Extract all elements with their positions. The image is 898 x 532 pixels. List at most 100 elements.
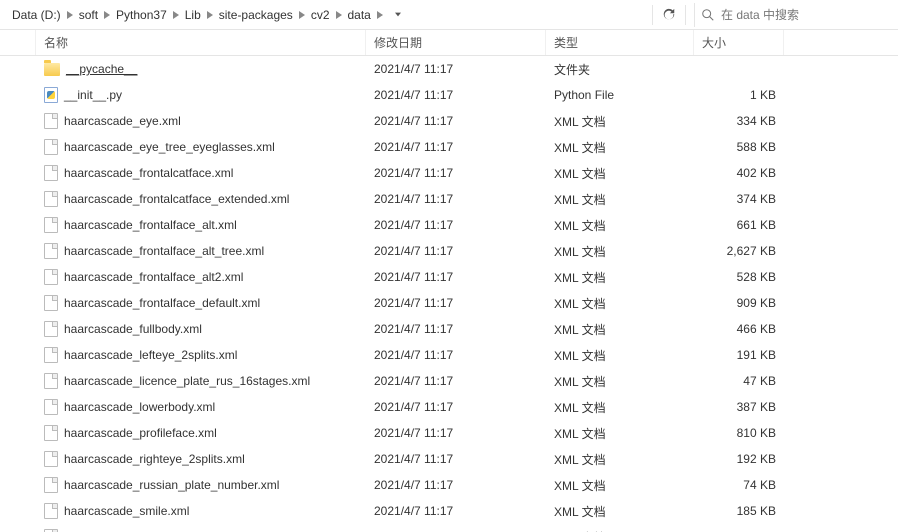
header-size[interactable]: 大小 <box>694 30 784 55</box>
cell-name: haarcascade_righteye_2splits.xml <box>36 451 366 467</box>
table-row[interactable]: haarcascade_licence_plate_rus_16stages.x… <box>0 368 898 394</box>
file-name: haarcascade_frontalcatface.xml <box>64 166 233 180</box>
table-row[interactable]: haarcascade_righteye_2splits.xml2021/4/7… <box>0 446 898 472</box>
cell-type: XML 文档 <box>546 139 694 156</box>
file-name: haarcascade_lefteye_2splits.xml <box>64 348 237 362</box>
cell-type: XML 文档 <box>546 243 694 260</box>
breadcrumb-item[interactable]: site-packages <box>215 3 297 27</box>
table-row[interactable]: haarcascade_upperbody.xml2021/4/7 11:17X… <box>0 524 898 532</box>
chevron-right-icon[interactable] <box>171 3 181 27</box>
header-type[interactable]: 类型 <box>546 30 694 55</box>
table-row[interactable]: __pycache__2021/4/7 11:17文件夹 <box>0 56 898 82</box>
cell-type: XML 文档 <box>546 113 694 130</box>
table-row[interactable]: haarcascade_lefteye_2splits.xml2021/4/7 … <box>0 342 898 368</box>
cell-date: 2021/4/7 11:17 <box>366 452 546 466</box>
file-icon <box>44 347 58 363</box>
cell-type: XML 文档 <box>546 269 694 286</box>
cell-name: haarcascade_frontalcatface_extended.xml <box>36 191 366 207</box>
cell-date: 2021/4/7 11:17 <box>366 88 546 102</box>
cell-type: XML 文档 <box>546 217 694 234</box>
cell-date: 2021/4/7 11:17 <box>366 218 546 232</box>
file-icon <box>44 373 58 389</box>
cell-size: 192 KB <box>694 452 784 466</box>
file-icon <box>44 295 58 311</box>
breadcrumb-item[interactable]: data <box>344 3 375 27</box>
search-input[interactable]: 在 data 中搜索 <box>694 3 894 27</box>
file-name: haarcascade_eye.xml <box>64 114 181 128</box>
header-date[interactable]: 修改日期 <box>366 30 546 55</box>
cell-name: haarcascade_frontalcatface.xml <box>36 165 366 181</box>
chevron-right-icon[interactable] <box>297 3 307 27</box>
cell-name: haarcascade_frontalface_alt2.xml <box>36 269 366 285</box>
file-name: haarcascade_frontalface_alt_tree.xml <box>64 244 264 258</box>
folder-icon <box>44 63 60 76</box>
cell-type: XML 文档 <box>546 425 694 442</box>
breadcrumb-item[interactable]: cv2 <box>307 3 334 27</box>
cell-date: 2021/4/7 11:17 <box>366 244 546 258</box>
file-name: haarcascade_eye_tree_eyeglasses.xml <box>64 140 275 154</box>
chevron-right-icon[interactable] <box>205 3 215 27</box>
file-name: haarcascade_fullbody.xml <box>64 322 202 336</box>
table-row[interactable]: haarcascade_fullbody.xml2021/4/7 11:17XM… <box>0 316 898 342</box>
table-row[interactable]: haarcascade_lowerbody.xml2021/4/7 11:17X… <box>0 394 898 420</box>
chevron-right-icon[interactable] <box>334 3 344 27</box>
table-row[interactable]: haarcascade_frontalface_alt2.xml 2021/4/7… <box>0 264 898 290</box>
file-name: haarcascade_frontalface_default.xml <box>64 296 260 310</box>
file-icon <box>44 217 58 233</box>
table-row[interactable]: haarcascade_russian_plate_number.xml2021… <box>0 472 898 498</box>
cell-size: 909 KB <box>694 296 784 310</box>
table-row[interactable]: haarcascade_frontalface_default.xml 2021/… <box>0 290 898 316</box>
cell-date: 2021/4/7 11:17 <box>366 166 546 180</box>
cell-type: XML 文档 <box>546 529 694 532</box>
cell-date: 2021/4/7 11:17 <box>366 140 546 154</box>
cell-size: 661 KB <box>694 218 784 232</box>
cell-size: 74 KB <box>694 478 784 492</box>
file-icon <box>44 477 58 493</box>
breadcrumb-item[interactable]: Lib <box>181 3 205 27</box>
column-headers: 名称 修改日期 类型 大小 <box>0 30 898 56</box>
table-row[interactable]: haarcascade_frontalface_alt_tree.xml 2021… <box>0 238 898 264</box>
cell-date: 2021/4/7 11:17 <box>366 478 546 492</box>
cell-size: 47 KB <box>694 374 784 388</box>
table-row[interactable]: haarcascade_frontalcatface_extended.xml2… <box>0 186 898 212</box>
cell-type: XML 文档 <box>546 477 694 494</box>
cell-date: 2021/4/7 11:17 <box>366 296 546 310</box>
breadcrumb-item[interactable]: soft <box>75 3 102 27</box>
chevron-right-icon[interactable] <box>65 3 75 27</box>
file-icon <box>44 321 58 337</box>
cell-type: XML 文档 <box>546 451 694 468</box>
breadcrumb-dropdown-button[interactable] <box>389 12 401 17</box>
file-name: haarcascade_frontalface_alt2.xml <box>64 270 243 284</box>
cell-name: haarcascade_eye.xml <box>36 113 366 129</box>
search-placeholder: 在 data 中搜索 <box>721 6 799 23</box>
cell-date: 2021/4/7 11:17 <box>366 192 546 206</box>
cell-type: XML 文档 <box>546 399 694 416</box>
file-icon <box>44 165 58 181</box>
breadcrumb-item[interactable]: Python37 <box>112 3 171 27</box>
table-row[interactable]: haarcascade_smile.xml2021/4/7 11:17XML 文… <box>0 498 898 524</box>
breadcrumb-item[interactable]: Data (D:) <box>8 3 65 27</box>
table-row[interactable]: haarcascade_eye_tree_eyeglasses.xml 2021/… <box>0 134 898 160</box>
cell-size: 810 KB <box>694 426 784 440</box>
file-icon <box>44 139 58 155</box>
cell-name: haarcascade_russian_plate_number.xml <box>36 477 366 493</box>
cell-type: XML 文档 <box>546 165 694 182</box>
file-name: haarcascade_licence_plate_rus_16stages.x… <box>64 374 310 388</box>
cell-type: XML 文档 <box>546 321 694 338</box>
table-row[interactable]: haarcascade_frontalcatface.xml 2021/4/7 1… <box>0 160 898 186</box>
refresh-button[interactable] <box>655 3 683 27</box>
chevron-right-icon[interactable] <box>102 3 112 27</box>
table-row[interactable]: haarcascade_frontalface_alt.xml2021/4/7 … <box>0 212 898 238</box>
cell-size: 334 KB <box>694 114 784 128</box>
table-row[interactable]: haarcascade_profileface.xml2021/4/7 11:1… <box>0 420 898 446</box>
chevron-right-icon[interactable] <box>375 3 385 27</box>
cell-date: 2021/4/7 11:17 <box>366 270 546 284</box>
header-name[interactable]: 名称 <box>36 30 366 55</box>
file-icon <box>44 451 58 467</box>
cell-type: Python File <box>546 88 694 102</box>
table-row[interactable]: haarcascade_eye.xml2021/4/7 11:17XML 文档3… <box>0 108 898 134</box>
table-row[interactable]: __init__.py2021/4/7 11:17Python File1 KB <box>0 82 898 108</box>
cell-date: 2021/4/7 11:17 <box>366 426 546 440</box>
breadcrumb: Data (D:) soft Python37 Lib site-packages cv2… <box>4 0 389 29</box>
separator <box>685 5 686 25</box>
